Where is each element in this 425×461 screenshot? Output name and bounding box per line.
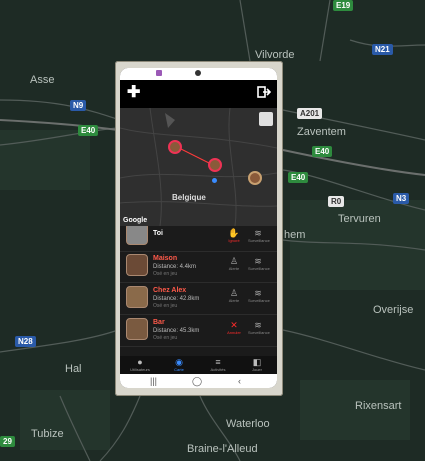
- action-label: Annuler: [227, 330, 241, 335]
- action-label: Surveillance: [248, 266, 270, 271]
- road-shield: E40: [288, 172, 309, 183]
- road-shield: 29: [0, 436, 15, 447]
- nav-label: Jouer: [251, 367, 262, 372]
- map-label-vilvorde: Vilvorde: [255, 49, 295, 61]
- mini-map-roads: [120, 108, 277, 226]
- map-pin-marker[interactable]: [248, 171, 262, 185]
- hand-icon: ✋: [228, 228, 240, 238]
- map-label-braine: Braine-l'Alleud: [187, 443, 258, 455]
- row-status: Osé en jeu: [153, 271, 178, 277]
- status-bar: [120, 68, 277, 80]
- row-distance: Distance: 45.3km: [153, 328, 200, 334]
- recent-apps-button[interactable]: |||: [150, 375, 157, 387]
- phone-screen: ✚ Belgique Google Toi ✋ Ignoré ≋ Surveil…: [120, 68, 277, 388]
- map-label-overijse: Overijse: [373, 304, 414, 316]
- action-label: Alerte: [228, 298, 240, 303]
- nav-users[interactable]: ● Utilisateurs: [121, 357, 159, 372]
- shield-icon: ◧: [252, 357, 262, 367]
- action-label: Ignoré: [228, 238, 240, 243]
- ignore-toggle[interactable]: ✋ Ignoré: [224, 228, 244, 243]
- globe-icon: ◉: [175, 357, 183, 367]
- logout-icon[interactable]: [257, 85, 271, 99]
- map-label-zaventem: Zaventem: [297, 126, 346, 138]
- map-label-tubize: Tubize: [31, 428, 64, 440]
- row-distance: Distance: 4.4km: [153, 264, 197, 270]
- back-button[interactable]: ‹: [238, 375, 241, 387]
- radar-icon: ≋: [254, 288, 262, 298]
- camera-icon: [195, 70, 201, 76]
- radar-icon: ≋: [254, 256, 262, 266]
- nav-label: Activités: [210, 367, 226, 372]
- road-shield: E19: [333, 0, 354, 11]
- row-title: Bar: [153, 319, 165, 326]
- cancel-toggle[interactable]: ✕ Annuler: [224, 320, 244, 335]
- avatar: [126, 254, 148, 276]
- road-shield: N21: [372, 44, 393, 55]
- map-label-waterloo: Waterloo: [226, 418, 270, 430]
- notification-icon: [156, 70, 162, 76]
- action-label: Surveillance: [248, 238, 270, 243]
- list-item[interactable]: Bar Distance: 45.3km Osé en jeu ✕ Annule…: [120, 315, 277, 347]
- avatar: [126, 318, 148, 340]
- road-shield: E40: [312, 146, 333, 157]
- row-title: Toi: [153, 230, 163, 237]
- home-button[interactable]: ◯: [192, 375, 202, 387]
- mini-map[interactable]: Belgique Google: [120, 108, 277, 226]
- map-label-hal: Hal: [65, 363, 82, 375]
- alert-toggle[interactable]: ♙ Alerte: [224, 288, 244, 303]
- radar-icon: ≋: [254, 228, 262, 238]
- map-label-asse: Asse: [30, 74, 55, 86]
- map-label-tervuren: Tervuren: [338, 213, 381, 225]
- map-label-rixensart: Rixensart: [355, 400, 402, 412]
- row-distance: Distance: 42.8km: [153, 296, 200, 302]
- person-icon: ♙: [229, 288, 239, 298]
- close-icon: ✕: [230, 320, 238, 330]
- users-icon: ●: [137, 357, 143, 367]
- bottom-nav: ● Utilisateurs ◉ Carte ≡ Activités ◧ Jou…: [120, 356, 277, 374]
- action-label: Alerte: [228, 266, 240, 271]
- nav-label: Carte: [174, 367, 184, 372]
- nav-play[interactable]: ◧ Jouer: [238, 357, 276, 372]
- alert-toggle[interactable]: ♙ Alerte: [224, 256, 244, 271]
- road-shield: N3: [393, 193, 410, 204]
- road-shield: E40: [78, 125, 99, 136]
- list-item[interactable]: Maison Distance: 4.4km Osé en jeu ♙ Aler…: [120, 251, 277, 283]
- current-location-dot: [212, 178, 217, 183]
- nav-activities[interactable]: ≡ Activités: [199, 357, 237, 372]
- surveillance-toggle[interactable]: ≋ Surveillance: [248, 320, 270, 335]
- phone-frame: ✚ Belgique Google Toi ✋ Ignoré ≋ Surveil…: [115, 61, 283, 396]
- surveillance-toggle[interactable]: ≋ Surveillance: [248, 228, 270, 243]
- road-shield: N28: [15, 336, 36, 347]
- road-shield: N9: [70, 100, 87, 111]
- map-label-hem: hem: [284, 229, 306, 241]
- avatar: [126, 226, 148, 245]
- row-title: Chez Alex: [153, 287, 187, 294]
- map-pin-marker[interactable]: [168, 140, 182, 154]
- surveillance-toggle[interactable]: ≋ Surveillance: [248, 288, 270, 303]
- google-logo: Google: [123, 217, 148, 224]
- person-icon: ♙: [229, 256, 239, 266]
- surveillance-toggle[interactable]: ≋ Surveillance: [248, 256, 270, 271]
- nav-label: Utilisateurs: [130, 367, 150, 372]
- road-shield: A201: [297, 108, 323, 119]
- list-item[interactable]: Chez Alex Distance: 42.8km Osé en jeu ♙ …: [120, 283, 277, 315]
- map-pin-marker[interactable]: [208, 158, 222, 172]
- nav-map[interactable]: ◉ Carte: [160, 357, 198, 372]
- avatar: [126, 286, 148, 308]
- system-nav-bar: ||| ◯ ‹: [120, 374, 277, 388]
- row-status: Osé en jeu: [153, 335, 178, 341]
- map-country-label: Belgique: [172, 193, 206, 202]
- action-label: Surveillance: [248, 330, 270, 335]
- row-status: Osé en jeu: [153, 303, 178, 309]
- radar-icon: ≋: [254, 320, 262, 330]
- list-icon: ≡: [215, 357, 221, 367]
- app-bar: ✚: [120, 80, 277, 108]
- place-list: Toi ✋ Ignoré ≋ Surveillance Maison Dista…: [120, 226, 277, 356]
- layers-button[interactable]: [259, 112, 273, 126]
- list-item[interactable]: Toi ✋ Ignoré ≋ Surveillance: [120, 226, 277, 252]
- add-button[interactable]: ✚: [127, 84, 140, 102]
- action-label: Surveillance: [248, 298, 270, 303]
- road-shield: R0: [328, 196, 345, 207]
- row-title: Maison: [153, 255, 178, 262]
